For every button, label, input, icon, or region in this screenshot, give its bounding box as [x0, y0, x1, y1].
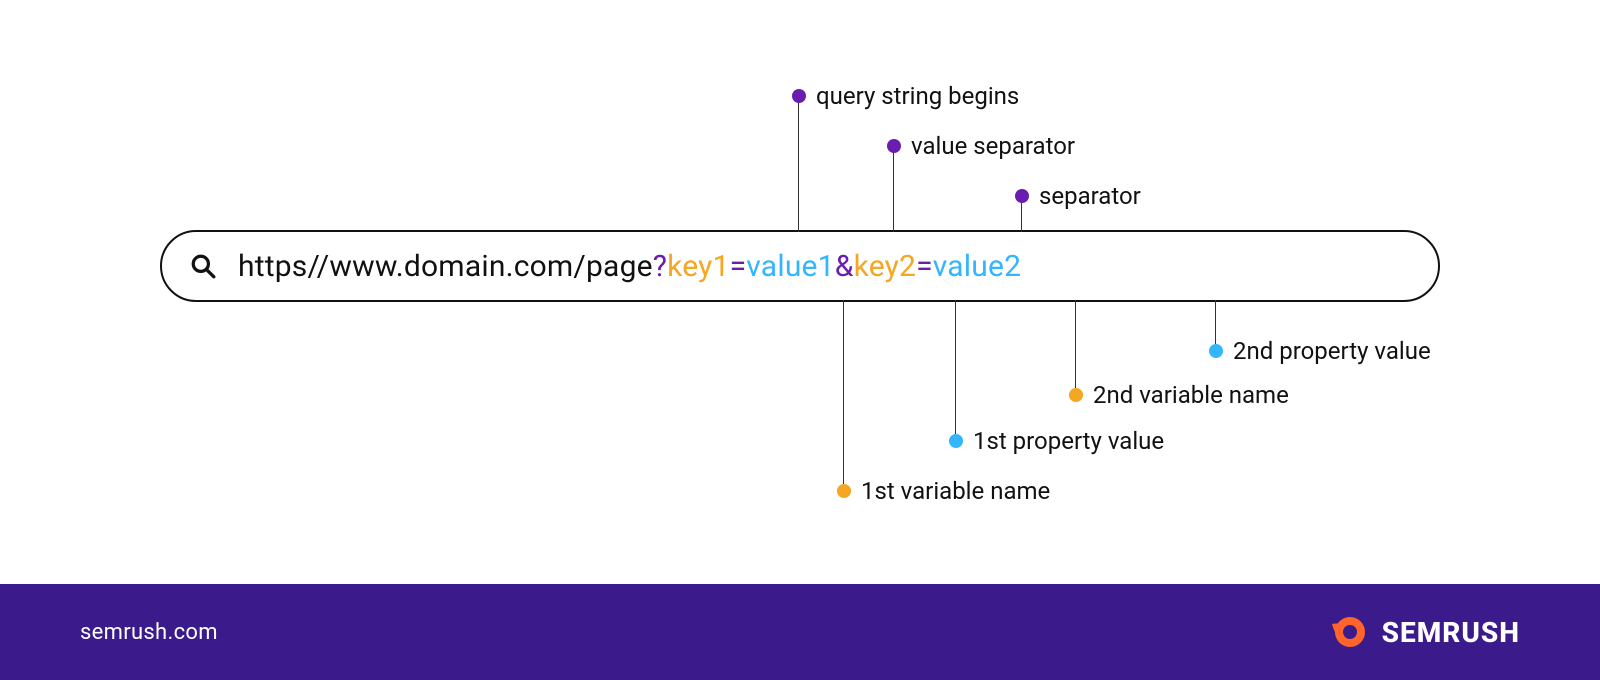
callout-label: 1st variable name — [861, 477, 1050, 505]
leader-first-val — [955, 300, 956, 434]
brand-name: SEMRUSH — [1382, 616, 1520, 649]
callout-label: 1st property value — [973, 427, 1164, 455]
diagram-canvas: https//www.domain.com/page?key1=value1&k… — [0, 0, 1600, 680]
callout-first-var: 1st variable name — [837, 477, 1050, 505]
callout-label: 2nd variable name — [1093, 381, 1289, 409]
dot-icon — [887, 139, 901, 153]
dot-icon — [837, 484, 851, 498]
url-qmark: ? — [653, 249, 667, 284]
url-amp: & — [835, 249, 854, 284]
callout-separator: separator — [1015, 182, 1141, 210]
callout-value-separator: value separator — [887, 132, 1075, 160]
callout-second-val: 2nd property value — [1209, 337, 1431, 365]
footer-site-url: semrush.com — [80, 620, 218, 645]
dot-icon — [949, 434, 963, 448]
callout-label: 2nd property value — [1233, 337, 1431, 365]
leader-first-var — [843, 300, 844, 484]
leader-query-begins — [798, 100, 799, 232]
search-icon — [190, 253, 216, 279]
footer-bar: semrush.com SEMRUSH — [0, 584, 1600, 680]
dot-icon — [1209, 344, 1223, 358]
url-key1: key1 — [667, 249, 730, 284]
callout-query-begins: query string begins — [792, 82, 1019, 110]
dot-icon — [1015, 189, 1029, 203]
url-val1: value1 — [746, 249, 834, 284]
url-key2: key2 — [854, 249, 917, 284]
leader-value-sep — [893, 150, 894, 232]
url-eq2: = — [916, 249, 933, 284]
callout-second-var: 2nd variable name — [1069, 381, 1289, 409]
brand-lockup: SEMRUSH — [1328, 612, 1520, 652]
url-search-bar: https//www.domain.com/page?key1=value1&k… — [160, 230, 1440, 302]
callout-first-val: 1st property value — [949, 427, 1164, 455]
url-base: https//www.domain.com/page — [238, 249, 653, 284]
dot-icon — [792, 89, 806, 103]
fireball-icon — [1328, 612, 1368, 652]
callout-label: value separator — [911, 132, 1075, 160]
dot-icon — [1069, 388, 1083, 402]
url-eq1: = — [730, 249, 747, 284]
url-val2: value2 — [933, 249, 1021, 284]
callout-label: separator — [1039, 182, 1141, 210]
leader-second-var — [1075, 300, 1076, 388]
callout-label: query string begins — [816, 82, 1019, 110]
url-text: https//www.domain.com/page?key1=value1&k… — [238, 249, 1021, 284]
